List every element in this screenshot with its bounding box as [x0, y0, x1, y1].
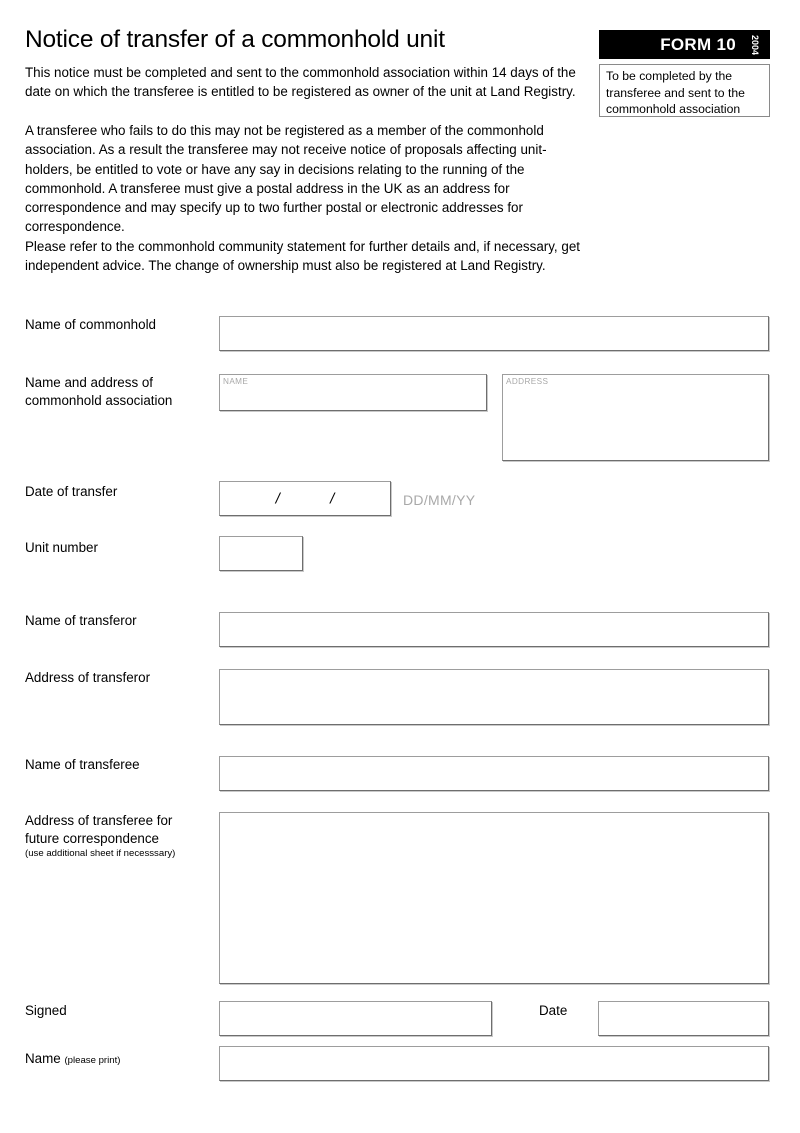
input-address-of-transferor[interactable]: [219, 669, 769, 725]
hint-date-format: DD/MM/YY: [403, 492, 476, 508]
label-unit-number: Unit number: [25, 540, 98, 555]
input-unit-number[interactable]: [219, 536, 303, 571]
label-signed-date: Date: [539, 1003, 568, 1018]
input-signed[interactable]: [219, 1001, 492, 1036]
micro-label-name: NAME: [223, 377, 249, 386]
intro-paragraph-3: Please refer to the commonhold community…: [25, 239, 580, 274]
page-title: Notice of transfer of a commonhold unit: [25, 26, 445, 53]
form-page: Notice of transfer of a commonhold unit …: [0, 0, 800, 1133]
input-signed-date[interactable]: [598, 1001, 769, 1036]
input-name-of-transferor[interactable]: [219, 612, 769, 647]
micro-label-address: ADDRESS: [506, 377, 549, 386]
label-name-of-transferor: Name of transferor: [25, 613, 137, 628]
label-address-of-transferee-note: (use additional sheet if necesssary): [25, 848, 176, 859]
input-date-of-transfer[interactable]: / /: [219, 481, 391, 516]
label-print-name: Name (please print): [25, 1050, 120, 1070]
input-print-name[interactable]: [219, 1046, 769, 1081]
label-name-of-transferee: Name of transferee: [25, 757, 140, 772]
label-print-name-note: (please print): [64, 1055, 121, 1066]
label-address-of-transferee: Address of transferee for future corresp…: [25, 812, 175, 860]
completion-instruction-note: To be completed by the transferee and se…: [599, 64, 770, 117]
label-association-line2: commonhold association: [25, 392, 173, 408]
input-association-name[interactable]: NAME: [219, 374, 487, 411]
label-print-name-main: Name: [25, 1051, 61, 1066]
input-association-address[interactable]: ADDRESS: [502, 374, 769, 461]
date-separator-2: /: [330, 490, 335, 507]
input-name-of-transferee[interactable]: [219, 756, 769, 791]
form-number-label: FORM 10: [660, 34, 736, 54]
date-separator-1: /: [275, 490, 280, 507]
intro-paragraph-1: This notice must be completed and sent t…: [25, 65, 576, 100]
date-separators: / /: [220, 490, 390, 507]
label-association: Name and address of commonhold associati…: [25, 374, 172, 409]
label-signed: Signed: [25, 1003, 67, 1018]
form-year-label: 2004: [749, 34, 760, 55]
intro-paragraph-2: A transferee who fails to do this may no…: [25, 123, 547, 235]
label-name-of-commonhold: Name of commonhold: [25, 317, 156, 332]
label-address-of-transferor: Address of transferor: [25, 670, 151, 685]
input-name-of-commonhold[interactable]: [219, 316, 769, 351]
input-address-of-transferee[interactable]: [219, 812, 769, 984]
form-number-badge: FORM 10 2004: [599, 30, 770, 59]
label-date-of-transfer: Date of transfer: [25, 484, 118, 499]
label-address-of-transferee-line2: future correspondence: [25, 830, 159, 846]
label-address-of-transferee-line1: Address of transferee for: [25, 813, 173, 828]
label-association-line1: Name and address of: [25, 375, 154, 390]
